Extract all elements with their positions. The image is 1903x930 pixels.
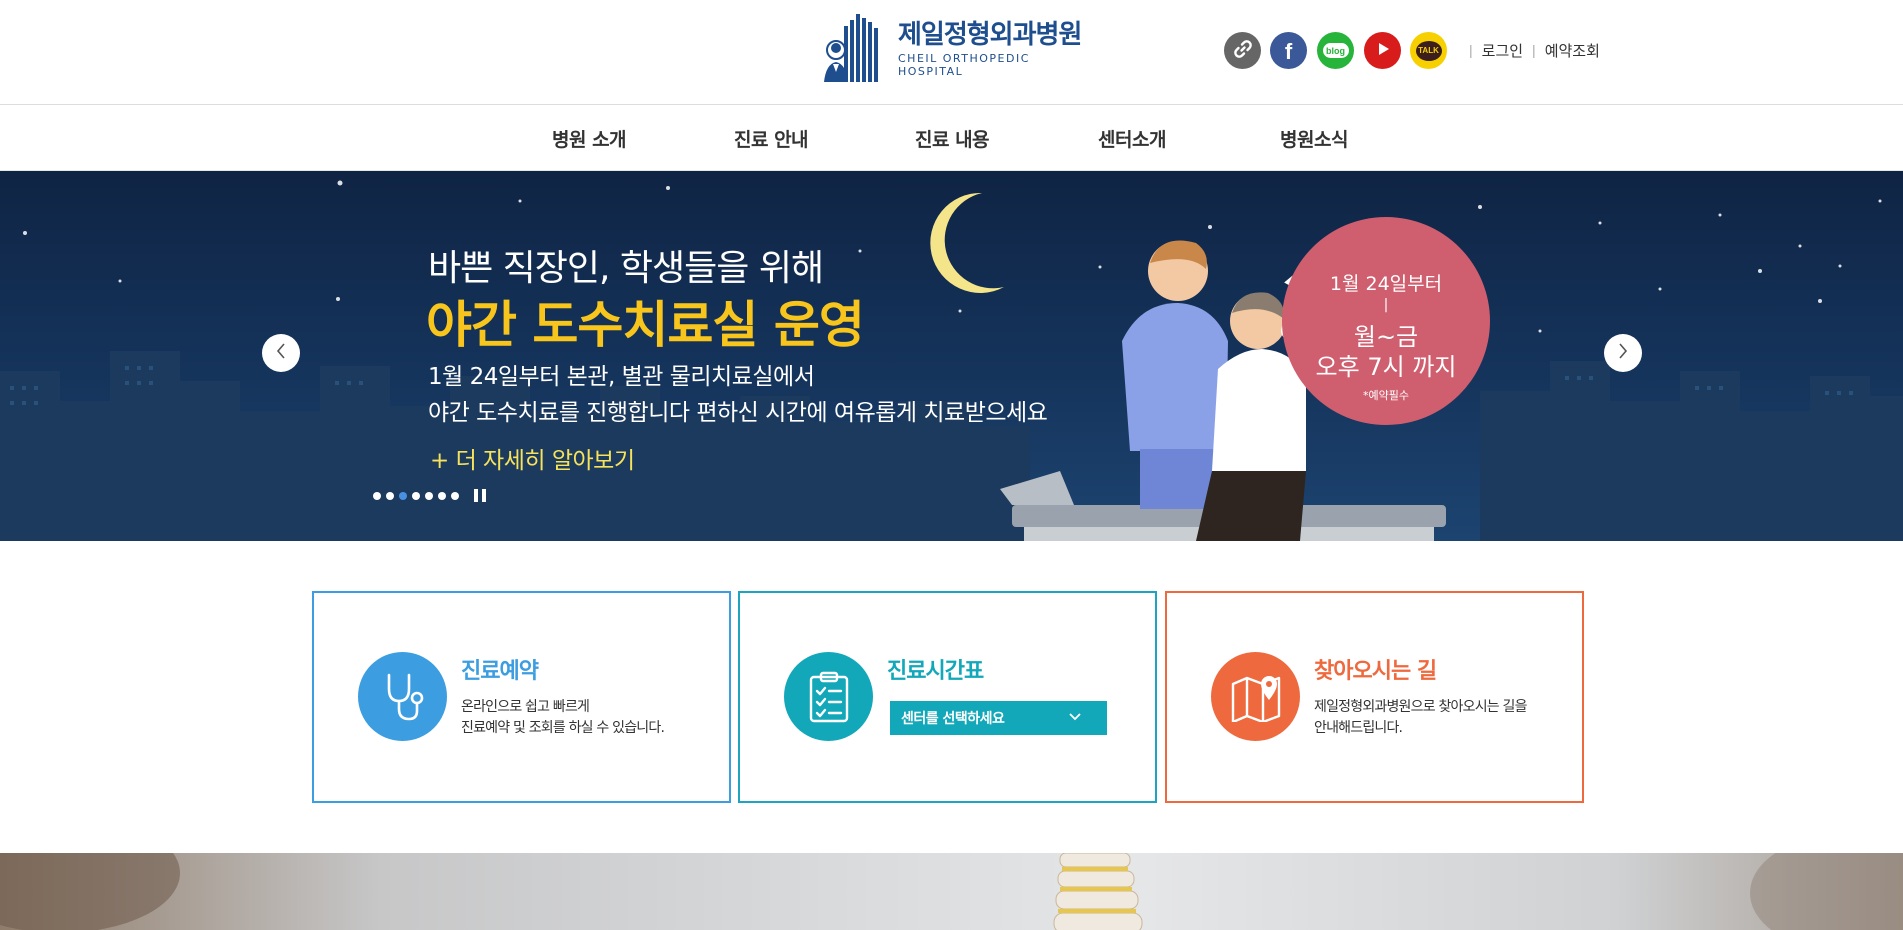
slide-dot[interactable] [386, 491, 394, 500]
main-navigation: 병원 소개 진료 안내 진료 내용 센터소개 병원소식 [0, 104, 1903, 171]
banner-description-line1: 1월 24일부터 본관, 별관 물리치료실에서 [428, 364, 815, 390]
directions-box[interactable]: 찾아오시는 길 제일정형외과병원으로 찾아오시는 길을 안내해드립니다. [1165, 591, 1584, 803]
reservation-desc-line1: 온라인으로 쉽고 빠르게 [461, 699, 590, 715]
logo-english-name: CHEIL ORTHOPEDIC HOSPITAL [898, 52, 1030, 78]
directions-desc-line1: 제일정형외과병원으로 찾아오시는 길을 [1314, 699, 1527, 715]
badge-hours: 오후 7시 까지 [1315, 353, 1457, 381]
slide-dot[interactable] [438, 491, 446, 500]
chevron-right-icon [1617, 342, 1629, 364]
kakaotalk-button[interactable]: TALK [1410, 32, 1447, 69]
chevron-down-icon [1069, 713, 1081, 721]
kakaotalk-icon-label: TALK [1418, 46, 1439, 55]
checklist-icon [784, 652, 873, 741]
nav-item-center-intro[interactable]: 센터소개 [1098, 125, 1166, 152]
nav-item-treatment-guide[interactable]: 진료 안내 [734, 125, 809, 152]
slide-dot[interactable] [373, 491, 381, 500]
banner-description-line2: 야간 도수치료를 진행합니다 편하신 시간에 여유롭게 치료받으세요 [428, 400, 1048, 426]
slide-dot-active[interactable] [399, 491, 407, 500]
slide-dot[interactable] [451, 491, 459, 500]
directions-desc-line2: 안내해드립니다. [1314, 720, 1403, 736]
reservation-title: 진료예약 [461, 659, 539, 684]
youtube-button[interactable] [1364, 32, 1401, 69]
facebook-icon: f [1284, 38, 1293, 64]
chevron-left-icon [275, 342, 287, 364]
youtube-icon [1376, 41, 1390, 60]
logo-mark-icon [822, 12, 886, 86]
spine-model-image [0, 853, 1903, 930]
utility-links: | 로그인 | 예약조회 [1460, 38, 1600, 62]
schedule-box: 진료시간표 센터를 선택하세요 [738, 591, 1157, 803]
slide-dot[interactable] [425, 491, 433, 500]
reservation-check-link[interactable]: 예약조회 [1545, 40, 1600, 61]
blog-icon: blog [1322, 43, 1349, 58]
reservation-box[interactable]: 진료예약 온라인으로 쉽고 빠르게 진료예약 및 조회를 하실 수 있습니다. [312, 591, 731, 803]
kakaotalk-icon: TALK [1415, 40, 1442, 61]
site-header: 제일정형외과병원 CHEIL ORTHOPEDIC HOSPITAL f blo… [0, 0, 1903, 104]
divider: | [1532, 42, 1536, 58]
schedule-badge: 1월 24일부터 | 월~금 오후 7시 까지 *예약필수 [1282, 217, 1490, 425]
banner-next-button[interactable] [1604, 334, 1642, 372]
nav-item-hospital-intro[interactable]: 병원 소개 [552, 125, 627, 152]
center-select-dropdown[interactable]: 센터를 선택하세요 [890, 701, 1107, 735]
badge-date: 1월 24일부터 [1329, 273, 1443, 295]
slide-indicators [373, 489, 486, 502]
hospital-logo[interactable]: 제일정형외과병원 CHEIL ORTHOPEDIC HOSPITAL [822, 12, 1087, 86]
reservation-desc-line2: 진료예약 및 조회를 하실 수 있습니다. [461, 720, 665, 736]
schedule-title[interactable]: 진료시간표 [887, 653, 984, 685]
stethoscope-icon [358, 652, 447, 741]
login-link[interactable]: 로그인 [1482, 40, 1523, 61]
blog-button[interactable]: blog [1317, 32, 1354, 69]
spine-photo-section [0, 853, 1903, 930]
logo-korean-name: 제일정형외과병원 [898, 20, 1082, 50]
slide-dot[interactable] [412, 491, 420, 500]
badge-divider: | [1383, 297, 1389, 313]
link-icon [1233, 39, 1253, 63]
badge-note: *예약필수 [1363, 389, 1409, 402]
nav-item-hospital-news[interactable]: 병원소식 [1280, 125, 1348, 152]
banner-more-link[interactable]: + 더 자세히 알아보기 [430, 441, 635, 475]
center-select-value: 센터를 선택하세요 [901, 711, 1005, 727]
divider: | [1469, 42, 1473, 58]
pause-icon[interactable] [474, 489, 486, 502]
banner-prev-button[interactable] [262, 334, 300, 372]
banner-title: 야간 도수치료실 운영 [426, 296, 865, 354]
facebook-button[interactable]: f [1270, 32, 1307, 69]
link-button[interactable] [1224, 32, 1261, 69]
nav-item-treatment-content[interactable]: 진료 내용 [915, 125, 990, 152]
blog-icon-label: blog [1326, 45, 1345, 56]
map-pin-icon [1211, 652, 1300, 741]
banner-headline: 바쁜 직장인, 학생들을 위해 [428, 248, 824, 289]
directions-title: 찾아오시는 길 [1314, 659, 1437, 684]
